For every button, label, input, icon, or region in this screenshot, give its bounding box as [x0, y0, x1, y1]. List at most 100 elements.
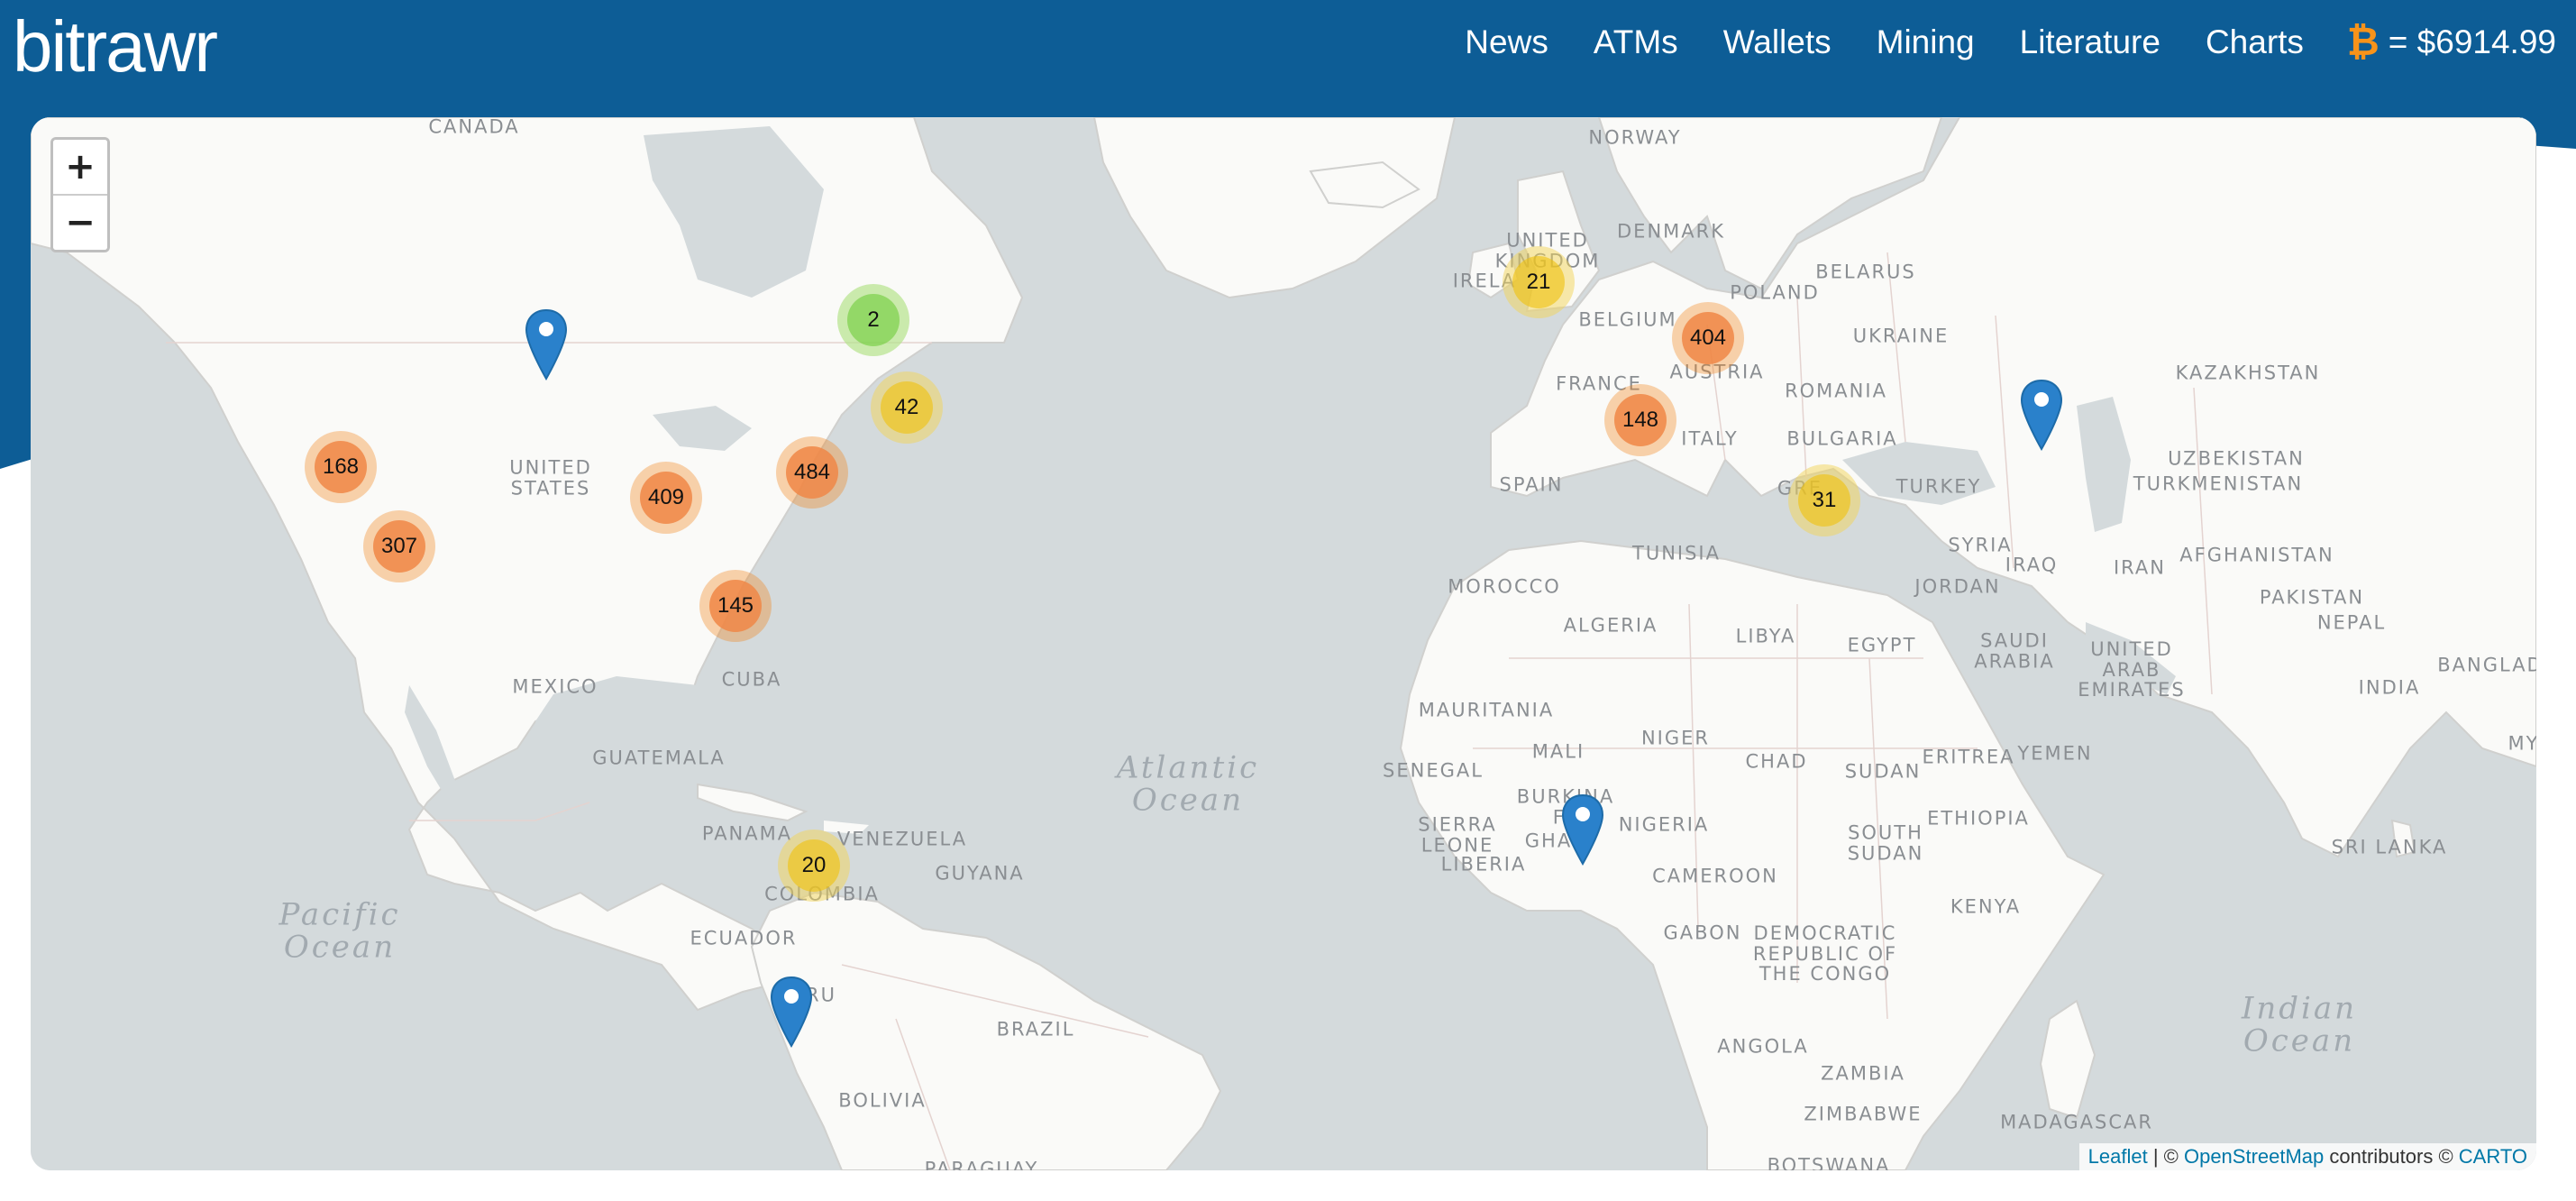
cluster-count: 145 [709, 580, 762, 632]
zoom-out-button[interactable]: − [53, 196, 107, 250]
main-nav: News ATMs Wallets Mining Literature Char… [1420, 20, 2556, 65]
nav-literature[interactable]: Literature [2020, 23, 2160, 61]
country-label: BELARUS [1815, 261, 1916, 283]
country-label: UZBEKISTAN [2168, 447, 2305, 470]
map-marker-icon[interactable] [769, 976, 814, 1048]
country-label: CUBA [721, 668, 782, 691]
atm-cluster[interactable]: 404 [1672, 302, 1744, 374]
atm-cluster[interactable]: 148 [1604, 384, 1676, 456]
country-label: SRI LANKA [2331, 836, 2448, 858]
country-label: PARAGUAY [924, 1158, 1039, 1170]
atm-cluster[interactable]: 484 [776, 436, 848, 509]
country-label: BOTSWANA [1767, 1154, 1891, 1170]
country-label: ZAMBIA [1821, 1062, 1905, 1085]
country-label: CANADA [428, 117, 520, 138]
bitcoin-price-value: = $6914.99 [2388, 23, 2556, 60]
country-label: DENMARK [1617, 220, 1725, 243]
atm-cluster[interactable]: 168 [305, 431, 377, 503]
cluster-count: 2 [847, 294, 900, 346]
country-label: YEMEN [2017, 742, 2093, 765]
cluster-count: 31 [1798, 474, 1850, 527]
country-label: MADAGASCAR [2000, 1111, 2153, 1133]
country-label: GABON [1663, 921, 1742, 944]
country-label: CHAD [1745, 750, 1808, 773]
nav-wallets[interactable]: Wallets [1723, 23, 1832, 61]
ocean-label: Indian Ocean [2241, 990, 2358, 1059]
country-label: SPAIN [1499, 473, 1564, 496]
country-label: MAURITANIA [1418, 699, 1555, 721]
atm-cluster[interactable]: 409 [630, 462, 702, 534]
atm-cluster[interactable]: 21 [1503, 246, 1575, 318]
country-label: ZIMBABWE [1804, 1103, 1923, 1125]
country-label: ROMANIA [1785, 380, 1887, 402]
ocean-label: Pacific Ocean [279, 896, 401, 965]
country-label: BANGLAD [2437, 654, 2536, 676]
country-label: ITALY [1681, 427, 1739, 450]
country-label: SOUTH SUDAN [1847, 821, 1924, 864]
bitcoin-price: ₿ = $6914.99 [2347, 20, 2556, 65]
ocean-label: Atlantic Ocean [1116, 749, 1260, 818]
cluster-count: 42 [881, 381, 933, 434]
cluster-count: 20 [788, 839, 840, 892]
country-label: BULGARIA [1786, 427, 1898, 450]
atm-map[interactable]: CANADA UNITED STATES MEXICO CUBA GUATEMA… [31, 117, 2536, 1170]
country-label: GUATEMALA [592, 747, 726, 769]
country-label: UNITED STATES [509, 456, 592, 499]
country-label: SUDAN [1844, 760, 1922, 783]
country-label: KAZAKHSTAN [2175, 362, 2321, 384]
country-label: INDIA [2358, 676, 2421, 699]
country-label: JORDAN [1914, 575, 2001, 598]
nav-news[interactable]: News [1465, 23, 1548, 61]
country-label: BOLIVIA [838, 1089, 927, 1112]
country-label: AFGHANISTAN [2179, 544, 2334, 566]
osm-link[interactable]: OpenStreetMap [2184, 1145, 2324, 1168]
country-label: UKRAINE [1852, 325, 1950, 347]
country-label: LIBERIA [1440, 853, 1527, 876]
nav-mining[interactable]: Mining [1877, 23, 1975, 61]
map-attribution: Leaflet | © OpenStreetMap contributors ©… [2078, 1143, 2536, 1170]
country-label: UNITED ARAB EMIRATES [2078, 637, 2186, 701]
country-label: NEPAL [2316, 611, 2387, 634]
country-label: BRAZIL [996, 1018, 1075, 1041]
map-marker-icon[interactable] [524, 308, 569, 380]
country-label: IRAN [2113, 556, 2167, 579]
country-label: PAKISTAN [2259, 586, 2365, 609]
zoom-in-button[interactable]: + [53, 140, 107, 196]
country-label: MALI [1531, 740, 1585, 763]
carto-link[interactable]: CARTO [2459, 1145, 2527, 1168]
country-label: MEXICO [512, 675, 598, 698]
nav-atms[interactable]: ATMs [1594, 23, 1678, 61]
country-label: MOROCCO [1448, 575, 1561, 598]
map-marker-icon[interactable] [2019, 379, 2064, 451]
country-label: TUNISIA [1632, 542, 1721, 564]
atm-cluster[interactable]: 145 [699, 570, 772, 642]
nav-charts[interactable]: Charts [2206, 23, 2304, 61]
atm-cluster[interactable]: 20 [778, 830, 850, 902]
atm-cluster[interactable]: 42 [871, 371, 943, 444]
country-label: ALGERIA [1563, 614, 1658, 637]
attribution-sep: | © [2147, 1145, 2184, 1168]
zoom-control: + − [50, 137, 110, 252]
cluster-count: 404 [1682, 312, 1734, 364]
country-label: PANAMA [701, 822, 793, 845]
country-label: GUYANA [935, 862, 1025, 885]
cluster-count: 307 [373, 520, 425, 573]
country-label: BELGIUM [1578, 308, 1677, 331]
atm-cluster[interactable]: 31 [1788, 464, 1860, 536]
atm-cluster[interactable]: 2 [837, 284, 909, 356]
map-marker-icon[interactable] [1560, 793, 1605, 866]
cluster-count: 21 [1512, 256, 1565, 308]
country-label: SIERRA LEONE [1418, 813, 1497, 856]
cluster-count: 168 [315, 441, 367, 493]
country-label: EGYPT [1847, 634, 1917, 656]
country-label: SENEGAL [1383, 759, 1484, 782]
bitcoin-icon: ₿ [2346, 20, 2380, 64]
country-label: TURKEY [1895, 475, 1982, 498]
leaflet-link[interactable]: Leaflet [2088, 1145, 2148, 1168]
atm-cluster[interactable]: 307 [363, 510, 435, 582]
logo[interactable]: bitrawr [13, 5, 218, 88]
country-label: ETHIOPIA [1927, 807, 2030, 830]
country-label: IRAQ [2005, 554, 2059, 576]
country-label: NIGERIA [1618, 813, 1710, 836]
country-label: POLAND [1730, 281, 1820, 304]
